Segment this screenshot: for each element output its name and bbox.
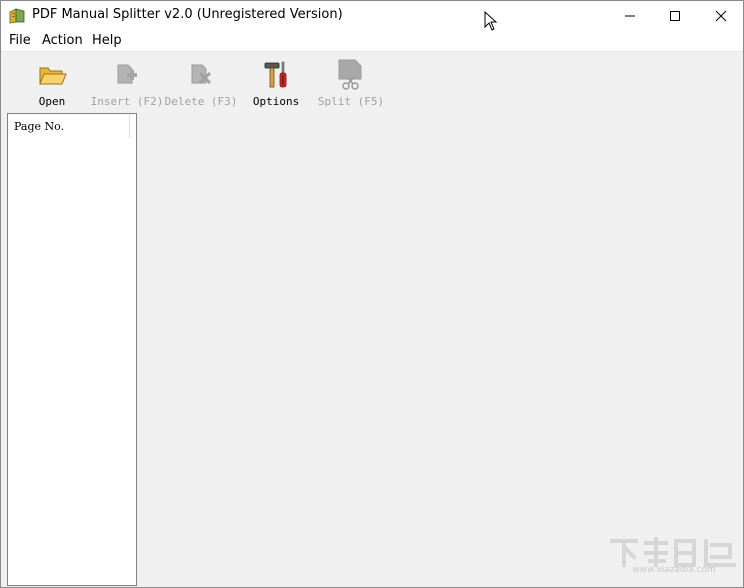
watermark-text: www.xiazaiba.com	[632, 565, 716, 575]
maximize-icon	[670, 11, 680, 21]
delete-label: Delete (F3)	[164, 95, 238, 108]
maximize-button[interactable]	[652, 1, 698, 31]
insert-page-icon	[117, 64, 137, 84]
menu-file[interactable]: File	[9, 33, 31, 48]
options-button[interactable]: Options	[253, 52, 299, 108]
toolbar: Open Insert (F2) Delete (F3) Options Spl…	[1, 52, 743, 110]
watermark: www.xiazaiba.com	[608, 535, 740, 587]
app-logo-icon	[9, 8, 25, 24]
folder-open-icon	[39, 67, 67, 85]
minimize-icon	[625, 15, 635, 17]
split-label: Split (F5)	[317, 95, 385, 108]
close-icon	[715, 10, 727, 22]
open-label: Open	[38, 95, 66, 108]
split-scissors-icon	[338, 59, 362, 90]
app-window: PDF Manual Splitter v2.0 (Unregistered V…	[0, 0, 744, 588]
insert-button[interactable]: Insert (F2)	[90, 52, 164, 108]
menu-help[interactable]: Help	[92, 33, 122, 48]
menu-action[interactable]: Action	[42, 33, 83, 48]
close-button[interactable]	[698, 1, 743, 31]
watermark-logo-icon	[610, 537, 736, 567]
delete-button[interactable]: Delete (F3)	[164, 52, 238, 108]
title-bar[interactable]: PDF Manual Splitter v2.0 (Unregistered V…	[1, 1, 743, 31]
insert-label: Insert (F2)	[90, 95, 164, 108]
window-title: PDF Manual Splitter v2.0 (Unregistered V…	[32, 7, 343, 22]
page-list[interactable]: Page No.	[7, 113, 137, 586]
open-button[interactable]: Open	[32, 52, 72, 108]
mouse-cursor-icon	[484, 11, 498, 31]
minimize-button[interactable]	[607, 1, 653, 31]
delete-page-icon	[191, 64, 212, 85]
options-label: Options	[252, 95, 300, 108]
column-header-page-no[interactable]: Page No.	[8, 114, 130, 138]
column-header-label: Page No.	[14, 120, 65, 133]
split-button[interactable]: Split (F5)	[317, 52, 385, 108]
menu-bar: File Action Help	[1, 31, 743, 52]
tools-icon	[264, 61, 287, 88]
